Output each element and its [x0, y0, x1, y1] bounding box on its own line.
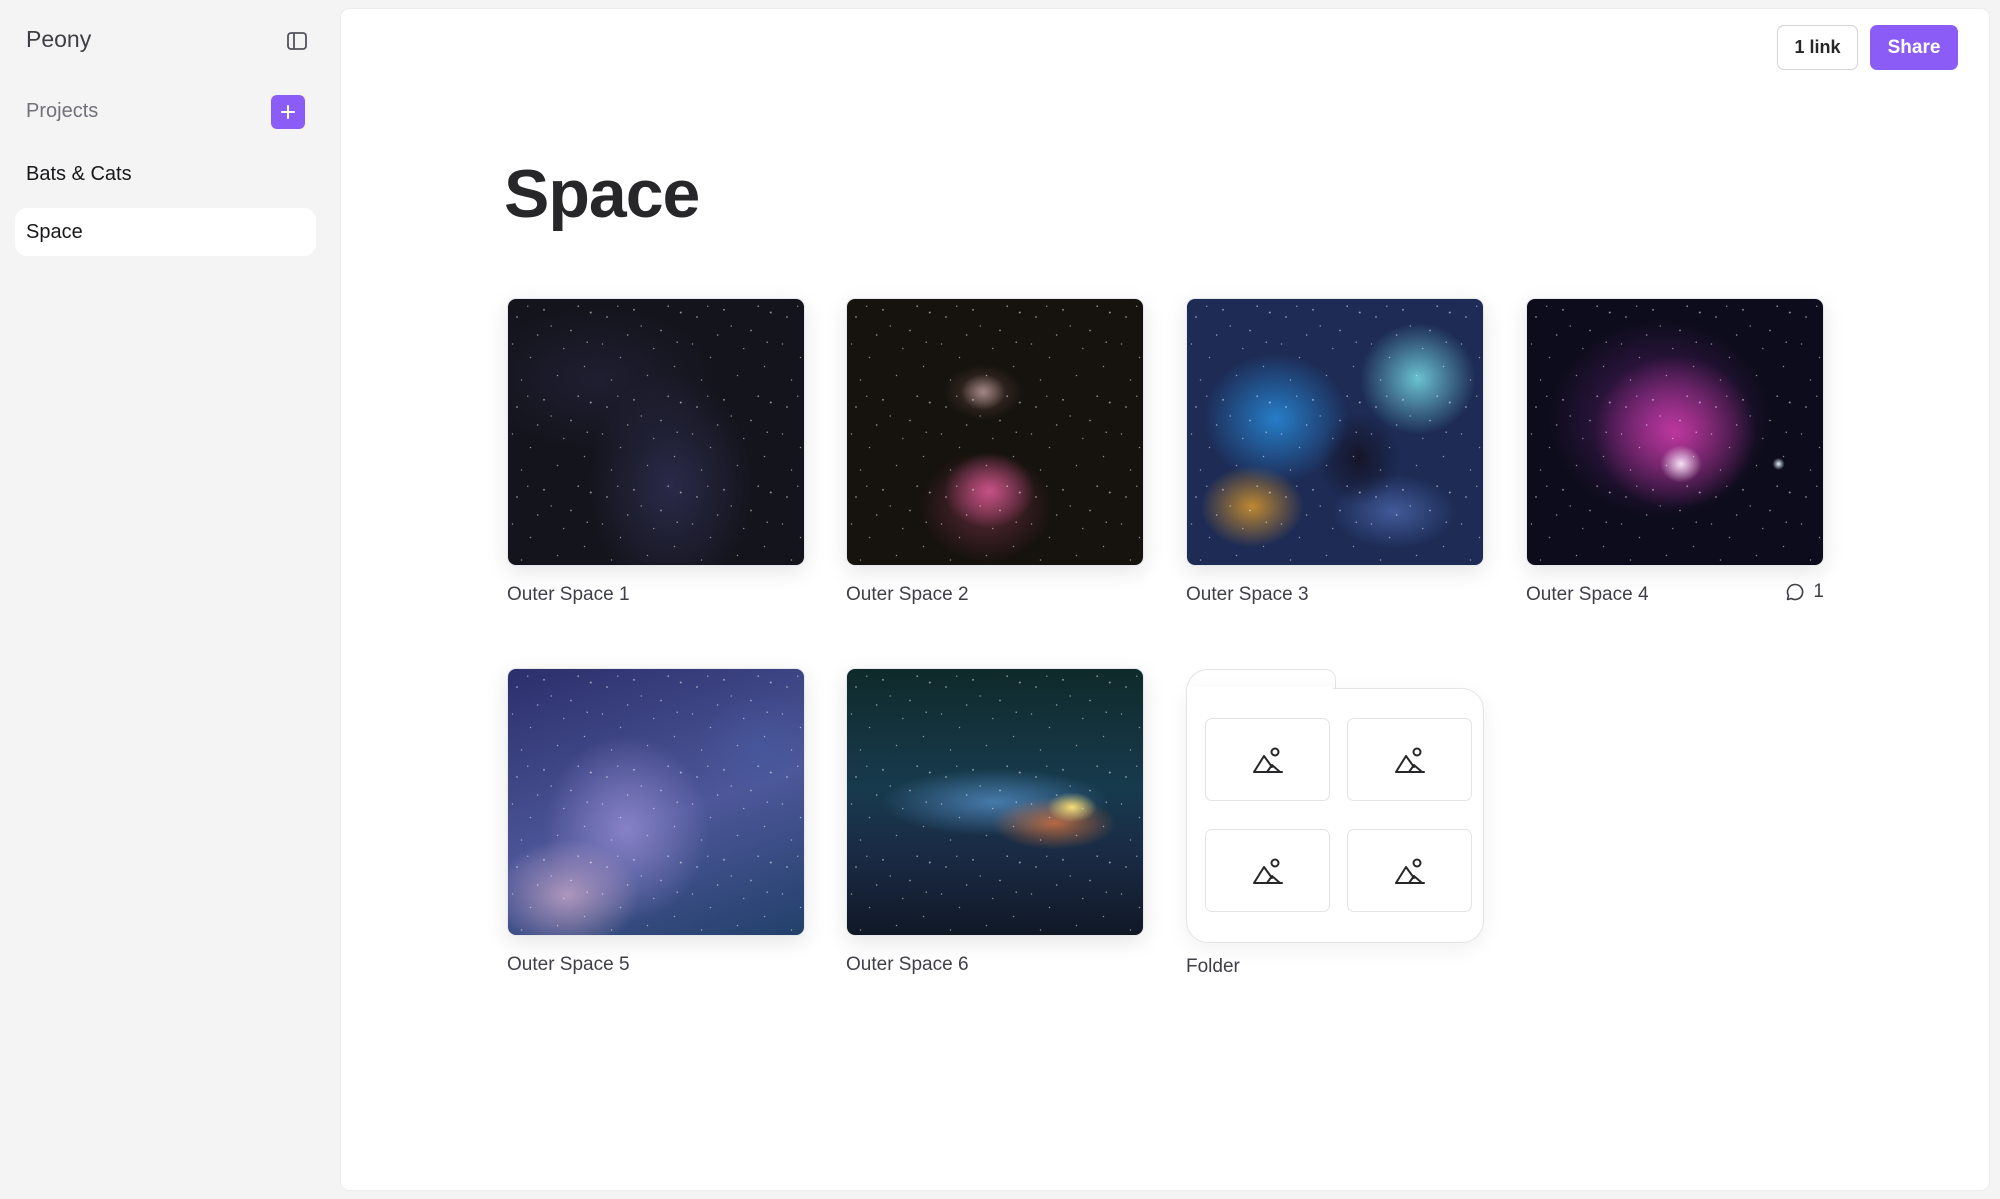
plus-icon: [281, 105, 295, 119]
image-card[interactable]: Outer Space 1: [507, 298, 805, 605]
projects-heading: Projects: [26, 100, 99, 122]
image-thumbnail[interactable]: [507, 298, 805, 566]
image-card[interactable]: Outer Space 4 1: [1526, 298, 1824, 605]
card-title: Outer Space 6: [846, 954, 969, 975]
comment-count[interactable]: 1: [1785, 581, 1824, 603]
card-title: Outer Space 4: [1526, 584, 1649, 605]
image-thumbnail[interactable]: [846, 668, 1144, 936]
app-title: Peony: [26, 26, 92, 52]
image-thumbnail[interactable]: [1526, 298, 1824, 566]
sidebar: Peony Projects Bats & Cats Space: [0, 0, 340, 1199]
sidebar-toggle-icon[interactable]: [286, 30, 308, 52]
folder-title: Folder: [1186, 956, 1240, 977]
image-placeholder: [1205, 829, 1330, 912]
page-title: Space: [504, 156, 700, 232]
image-thumbnail[interactable]: [846, 298, 1144, 566]
comment-icon: [1787, 583, 1804, 601]
folder-card[interactable]: Folder: [1186, 669, 1484, 977]
image-card[interactable]: Outer Space 6: [846, 668, 1144, 975]
image-placeholder-icon: [1252, 747, 1283, 773]
image-thumbnail[interactable]: [1186, 298, 1484, 566]
image-placeholder-icon: [1394, 747, 1425, 773]
image-placeholder: [1347, 829, 1472, 912]
comment-count-value: 1: [1813, 581, 1824, 602]
card-title: Outer Space 3: [1186, 584, 1309, 605]
add-project-button[interactable]: [271, 95, 305, 129]
image-placeholder: [1205, 718, 1330, 801]
sidebar-item-space[interactable]: Space: [15, 208, 316, 256]
sidebar-item-label: Bats & Cats: [26, 162, 132, 185]
image-thumbnail[interactable]: [507, 668, 805, 936]
image-placeholder-icon: [1252, 858, 1283, 884]
links-button[interactable]: 1 link: [1777, 25, 1858, 70]
share-button[interactable]: Share: [1870, 25, 1958, 70]
image-card[interactable]: Outer Space 3: [1186, 298, 1484, 605]
sidebar-item-bats-cats[interactable]: Bats & Cats: [15, 150, 316, 198]
image-placeholder: [1347, 718, 1472, 801]
image-card[interactable]: Outer Space 2: [846, 298, 1144, 605]
sidebar-item-label: Space: [26, 220, 83, 243]
card-title: Outer Space 1: [507, 584, 630, 605]
image-placeholder-icon: [1394, 858, 1425, 884]
image-card[interactable]: Outer Space 5: [507, 668, 805, 975]
card-title: Outer Space 2: [846, 584, 969, 605]
card-title: Outer Space 5: [507, 954, 630, 975]
